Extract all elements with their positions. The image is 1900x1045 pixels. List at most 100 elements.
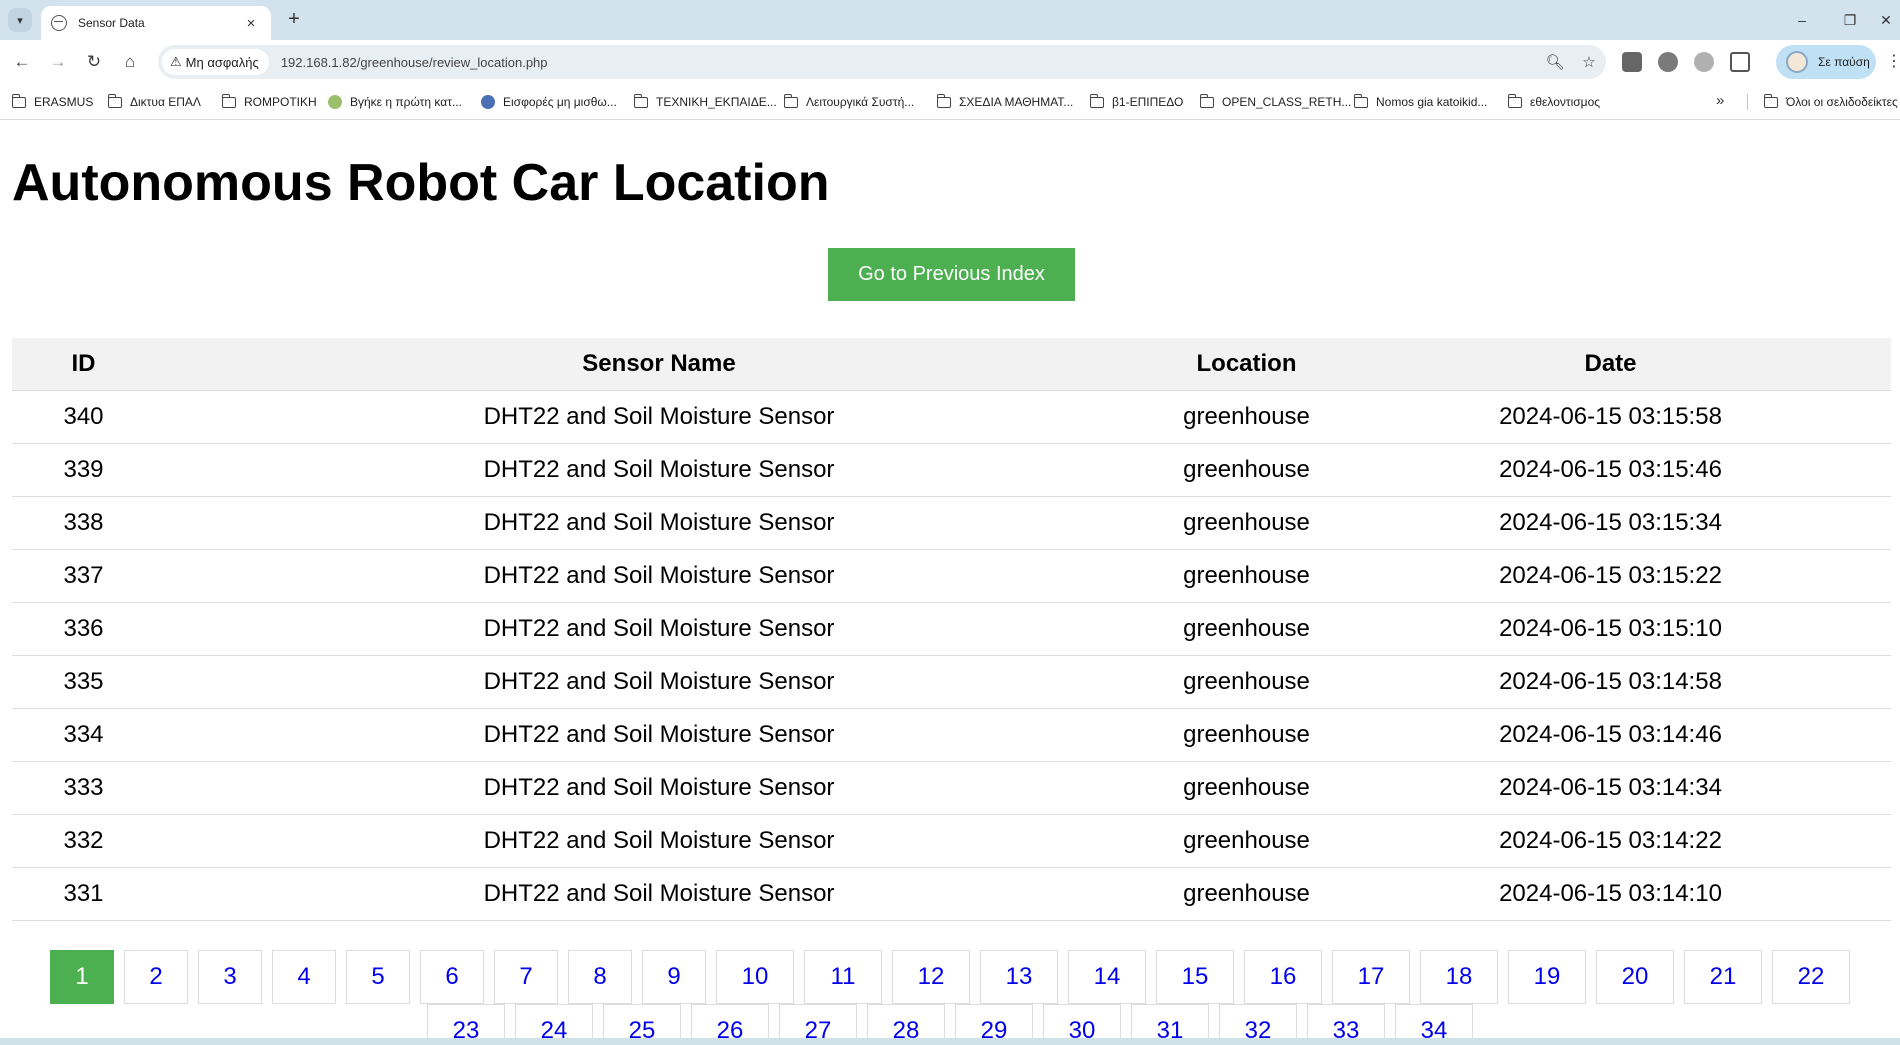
cell-id: 333 <box>12 761 155 815</box>
page-link-7[interactable]: 7 <box>494 950 558 1004</box>
extension-icon[interactable] <box>1658 52 1678 72</box>
bookmark-item[interactable]: Βγήκε η πρώτη κατ... <box>328 92 462 112</box>
folder-icon <box>633 93 648 108</box>
browser-toolbar: ← → ↻ ⌂ ⚠ Μη ασφαλής 192.168.1.82/greenh… <box>0 40 1900 84</box>
bookmark-label: ROMPOTIKH <box>244 95 317 109</box>
cell-date: 2024-06-15 03:14:22 <box>1330 814 1891 868</box>
cell-sensor-name: DHT22 and Soil Moisture Sensor <box>155 602 1163 656</box>
page-link-14[interactable]: 14 <box>1068 950 1146 1004</box>
all-bookmarks-item[interactable]: Όλοι οι σελιδοδείκτες <box>1763 92 1898 112</box>
page-link-5[interactable]: 5 <box>346 950 410 1004</box>
page-link-22[interactable]: 22 <box>1772 950 1850 1004</box>
folder-icon <box>221 93 236 108</box>
cell-date: 2024-06-15 03:14:46 <box>1330 708 1891 762</box>
address-bar[interactable]: ⚠ Μη ασφαλής 192.168.1.82/greenhouse/rev… <box>158 45 1606 79</box>
page-link-9[interactable]: 9 <box>642 950 706 1004</box>
cell-date: 2024-06-15 03:14:34 <box>1330 761 1891 815</box>
bookmark-item[interactable]: ERASMUS <box>11 92 93 112</box>
cell-sensor-name: DHT22 and Soil Moisture Sensor <box>155 390 1163 444</box>
table-row: 338 DHT22 and Soil Moisture Sensor greenho… <box>12 496 1891 550</box>
bookmarks-overflow-button[interactable]: » <box>1716 92 1724 109</box>
previous-index-button[interactable]: Go to Previous Index <box>828 248 1075 301</box>
url-text[interactable]: 192.168.1.82/greenhouse/review_location.… <box>281 55 1538 70</box>
back-button[interactable]: ← <box>10 50 34 74</box>
page-link-18[interactable]: 18 <box>1420 950 1498 1004</box>
page-link-16[interactable]: 16 <box>1244 950 1322 1004</box>
tab-strip: ▾ Sensor Data × + – ❐ ✕ <box>0 0 1900 40</box>
puzzle-icon[interactable] <box>1730 52 1750 72</box>
bookmark-label: Εισφορές μη μισθω... <box>503 95 617 109</box>
cell-location: greenhouse <box>1163 761 1330 815</box>
security-chip[interactable]: ⚠ Μη ασφαλής <box>162 49 269 75</box>
table-row: 334 DHT22 and Soil Moisture Sensor greenho… <box>12 708 1891 762</box>
bookmark-item[interactable]: ΤΕΧΝΙΚΗ_ΕΚΠΑΙΔΕ... <box>633 92 777 112</box>
page-link-15[interactable]: 15 <box>1156 950 1234 1004</box>
page-link-11[interactable]: 11 <box>804 950 882 1004</box>
profile-label: Σε παύση <box>1818 55 1870 69</box>
close-tab-icon[interactable]: × <box>241 15 261 32</box>
page-link-20[interactable]: 20 <box>1596 950 1674 1004</box>
page-link-3[interactable]: 3 <box>198 950 262 1004</box>
page-link-6[interactable]: 6 <box>420 950 484 1004</box>
table-row: 333 DHT22 and Soil Moisture Sensor greenho… <box>12 761 1891 815</box>
tab-search-button[interactable]: ▾ <box>8 8 32 32</box>
page-link-13[interactable]: 13 <box>980 950 1058 1004</box>
bookmark-label: Δικτυα ΕΠΑΛ <box>130 95 201 109</box>
home-button[interactable]: ⌂ <box>118 50 142 74</box>
cell-sensor-name: DHT22 and Soil Moisture Sensor <box>155 549 1163 603</box>
bookmark-item[interactable]: ROMPOTIKH <box>221 92 317 112</box>
page-link-12[interactable]: 12 <box>892 950 970 1004</box>
column-header-id: ID <box>12 338 155 391</box>
warning-icon: ⚠ <box>170 54 182 69</box>
forward-button[interactable]: → <box>46 50 70 74</box>
cell-sensor-name: DHT22 and Soil Moisture Sensor <box>155 867 1163 921</box>
cell-date: 2024-06-15 03:14:58 <box>1330 655 1891 709</box>
restore-button[interactable]: ❐ <box>1830 8 1870 32</box>
star-icon[interactable]: ☆ <box>1572 53 1606 71</box>
bookmark-item[interactable]: Εισφορές μη μισθω... <box>481 92 617 112</box>
extension-icon[interactable] <box>1622 52 1642 72</box>
bookmark-label: Όλοι οι σελιδοδείκτες <box>1786 95 1898 109</box>
reload-button[interactable]: ↻ <box>82 50 106 74</box>
bookmark-item[interactable]: OPEN_CLASS_RETH... <box>1199 92 1352 112</box>
page-link-19[interactable]: 19 <box>1508 950 1586 1004</box>
chevron-down-icon: ▾ <box>17 14 23 27</box>
column-header-date: Date <box>1330 338 1891 391</box>
table-body: 340 DHT22 and Soil Moisture Sensor greenho… <box>12 390 1891 921</box>
cell-id: 334 <box>12 708 155 762</box>
browser-tab[interactable]: Sensor Data × <box>41 6 271 40</box>
folder-icon <box>783 93 798 108</box>
bookmark-item[interactable]: Nomos gia katoikid... <box>1353 92 1487 112</box>
minimize-button[interactable]: – <box>1782 8 1822 32</box>
plus-circle-icon <box>481 95 495 109</box>
table-row: 337 DHT22 and Soil Moisture Sensor greenho… <box>12 549 1891 603</box>
page-link-17[interactable]: 17 <box>1332 950 1410 1004</box>
page-link-2[interactable]: 2 <box>124 950 188 1004</box>
bookmark-label: OPEN_CLASS_RETH... <box>1222 95 1352 109</box>
new-tab-button[interactable]: + <box>282 8 306 32</box>
folder-icon <box>11 93 26 108</box>
profile-button[interactable]: Σε παύση <box>1776 45 1876 79</box>
close-window-button[interactable]: ✕ <box>1872 8 1900 32</box>
bookmark-item[interactable]: Λειτουργικά Συστή... <box>783 92 914 112</box>
cell-date: 2024-06-15 03:15:46 <box>1330 443 1891 497</box>
page-link-21[interactable]: 21 <box>1684 950 1762 1004</box>
cell-date: 2024-06-15 03:15:58 <box>1330 390 1891 444</box>
page-link-4[interactable]: 4 <box>272 950 336 1004</box>
bookmark-item[interactable]: ΣΧΕΔΙΑ ΜΑΘΗΜΑΤ... <box>936 92 1073 112</box>
page-link-10[interactable]: 10 <box>716 950 794 1004</box>
folder-icon <box>1089 93 1104 108</box>
kebab-menu-icon[interactable]: ⋮ <box>1886 50 1900 74</box>
page-link-1[interactable]: 1 <box>50 950 114 1004</box>
zoom-icon[interactable]: 🔍︎ <box>1538 53 1572 71</box>
taskbar-edge <box>0 1038 1900 1045</box>
cell-date: 2024-06-15 03:15:22 <box>1330 549 1891 603</box>
bookmark-item[interactable]: εθελοντισμος <box>1507 92 1600 112</box>
extension-icon[interactable] <box>1694 52 1714 72</box>
folder-icon <box>1353 93 1368 108</box>
page-link-8[interactable]: 8 <box>568 950 632 1004</box>
cell-id: 336 <box>12 602 155 656</box>
bookmark-item[interactable]: Δικτυα ΕΠΑΛ <box>107 92 201 112</box>
bookmark-item[interactable]: β1-ΕΠΙΠΕΔΟ <box>1089 92 1183 112</box>
cell-id: 331 <box>12 867 155 921</box>
